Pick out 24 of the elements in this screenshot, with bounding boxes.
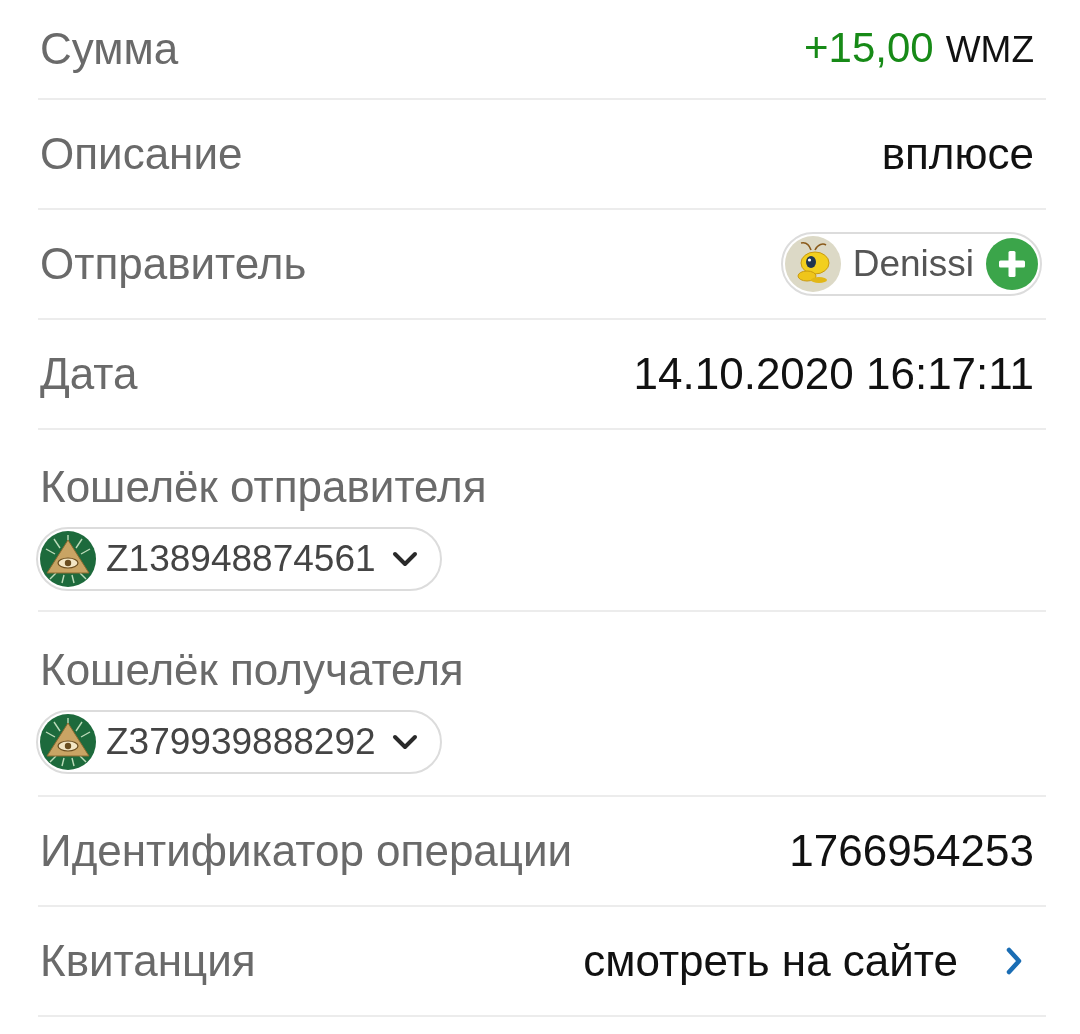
field-value: 14.10.2020 16:17:11 xyxy=(633,350,1034,398)
amount-value: +15,00 xyxy=(804,24,934,72)
currency-code: WMZ xyxy=(945,28,1034,72)
field-value: 1766954253 xyxy=(789,827,1034,875)
chevron-down-icon xyxy=(391,734,418,750)
field-label: Квитанция xyxy=(40,937,256,985)
pyramid-eye-icon xyxy=(40,714,96,770)
field-label: Сумма xyxy=(40,25,179,73)
wallet-selector[interactable]: Z379939888292 xyxy=(36,710,442,774)
field-label: Кошелёк отправителя xyxy=(40,463,487,511)
plus-icon[interactable] xyxy=(986,238,1038,290)
field-value: вплюсе xyxy=(881,130,1034,178)
chevron-down-icon xyxy=(391,551,418,567)
chevron-right-icon[interactable] xyxy=(1006,947,1022,975)
view-on-site-link[interactable]: смотреть на сайте xyxy=(583,937,958,985)
field-label: Кошелёк получателя xyxy=(40,646,464,694)
pyramid-eye-icon xyxy=(40,531,96,587)
ant-avatar-icon xyxy=(784,236,841,292)
field-label: Идентификатор операции xyxy=(40,827,573,875)
wallet-selector[interactable]: Z138948874561 xyxy=(36,527,442,591)
contact-chip[interactable]: Denissi xyxy=(780,232,1042,296)
field-label: Отправитель xyxy=(40,240,307,288)
field-label: Описание xyxy=(40,130,243,178)
field-label: Дата xyxy=(40,350,138,398)
